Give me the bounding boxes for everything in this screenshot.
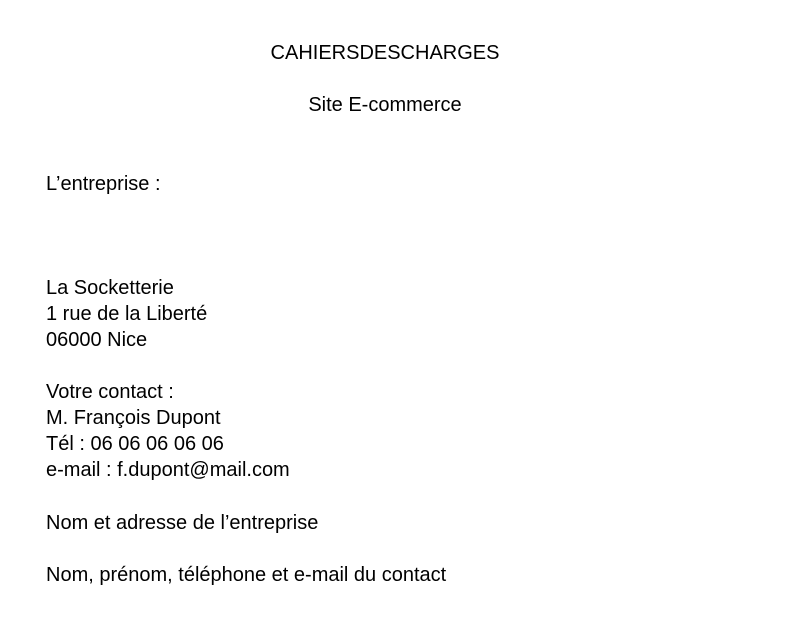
contact-name: M. François Dupont bbox=[46, 407, 221, 429]
note-company-info: Nom et adresse de l’entreprise bbox=[46, 512, 319, 534]
document-subtitle: Site E-commerce bbox=[308, 94, 462, 116]
document-title: CAHIERSDESCHARGES bbox=[270, 42, 500, 64]
document-page: CAHIERSDESCHARGES Site E-commerce L’entr… bbox=[0, 0, 798, 637]
company-city: 06000 Nice bbox=[46, 329, 148, 351]
note-contact-info: Nom, prénom, téléphone et e-mail du cont… bbox=[46, 564, 447, 586]
company-heading: L’entreprise : bbox=[46, 173, 161, 195]
company-name: La Socketterie bbox=[46, 277, 174, 299]
contact-heading: Votre contact : bbox=[46, 381, 174, 403]
contact-phone: Tél : 06 06 06 06 06 bbox=[46, 433, 224, 455]
contact-email: e-mail : f.dupont@mail.com bbox=[46, 459, 290, 481]
company-street: 1 rue de la Liberté bbox=[46, 303, 208, 325]
